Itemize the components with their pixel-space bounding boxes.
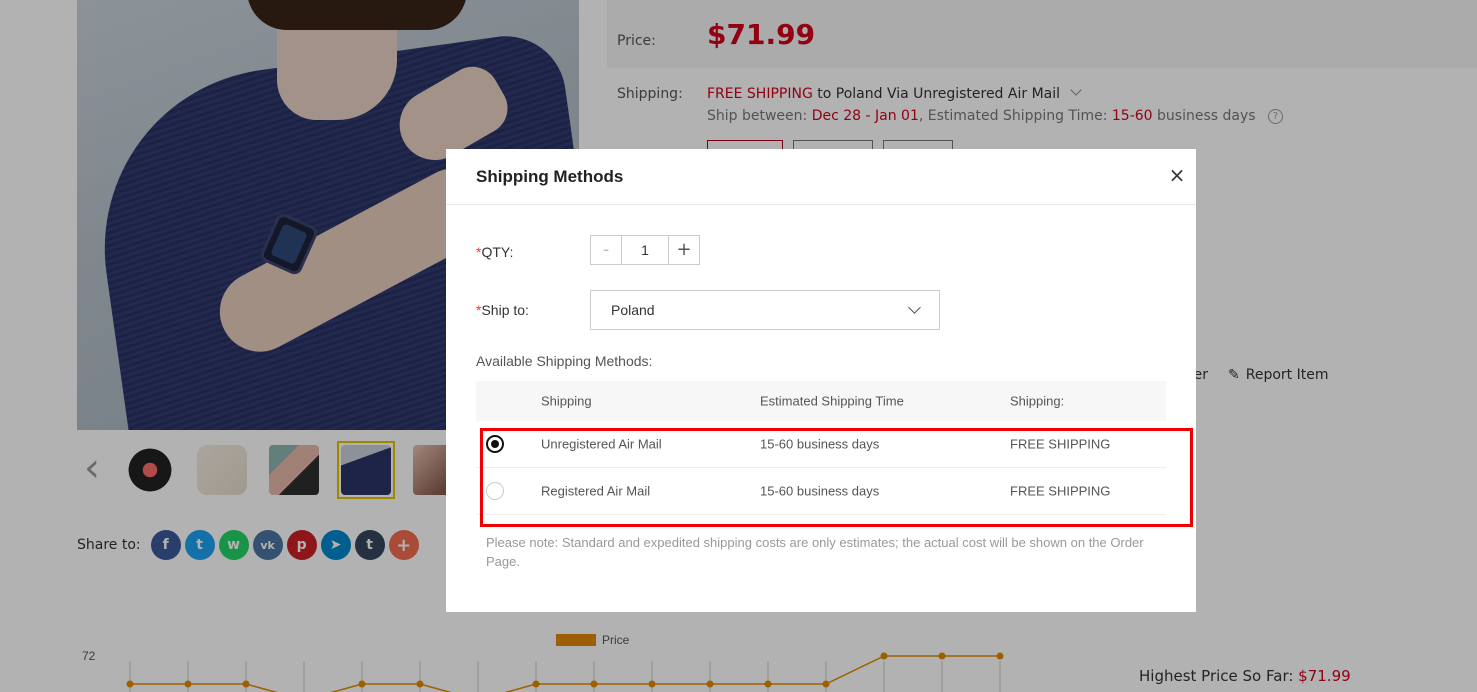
ship-to-select[interactable]: Poland	[590, 290, 940, 330]
table-row[interactable]: Registered Air Mail 15-60 business days …	[476, 468, 1166, 515]
radio-registered-air-mail[interactable]	[486, 482, 504, 500]
quantity-stepper: - +	[590, 235, 700, 265]
qty-increase-button[interactable]: +	[668, 236, 699, 264]
column-header-shipping: Shipping	[541, 393, 592, 409]
qty-input[interactable]	[622, 236, 668, 264]
available-methods-label: Available Shipping Methods:	[476, 353, 653, 369]
method-name: Registered Air Mail	[541, 483, 651, 499]
modal-header: Shipping Methods ×	[446, 149, 1196, 205]
column-header-time: Estimated Shipping Time	[760, 393, 904, 409]
modal-title: Shipping Methods	[476, 167, 624, 186]
qty-decrease-button[interactable]: -	[591, 236, 622, 264]
ship-to-label-text: Ship to:	[481, 302, 529, 318]
radio-unregistered-air-mail[interactable]	[486, 435, 504, 453]
shipping-methods-modal: Shipping Methods × *QTY: - + *Ship to: P…	[446, 149, 1196, 612]
column-header-cost: Shipping:	[1010, 393, 1065, 409]
ship-to-value: Poland	[611, 302, 655, 318]
shipping-note: Please note: Standard and expedited ship…	[486, 535, 1144, 569]
method-cost: FREE SHIPPING	[1010, 436, 1111, 452]
ship-to-label: *Ship to:	[476, 302, 529, 318]
method-name: Unregistered Air Mail	[541, 436, 662, 452]
table-header: Shipping Estimated Shipping Time Shippin…	[476, 381, 1166, 421]
method-time: 15-60 business days	[760, 483, 880, 499]
method-cost: FREE SHIPPING	[1010, 483, 1111, 499]
qty-label: *QTY:	[476, 244, 513, 260]
method-time: 15-60 business days	[760, 436, 880, 452]
table-row[interactable]: Unregistered Air Mail 15-60 business day…	[476, 421, 1166, 468]
chevron-down-icon	[908, 301, 921, 314]
qty-label-text: QTY:	[481, 244, 514, 260]
close-icon[interactable]: ×	[1168, 165, 1186, 185]
shipping-methods-table: Shipping Estimated Shipping Time Shippin…	[476, 381, 1166, 515]
